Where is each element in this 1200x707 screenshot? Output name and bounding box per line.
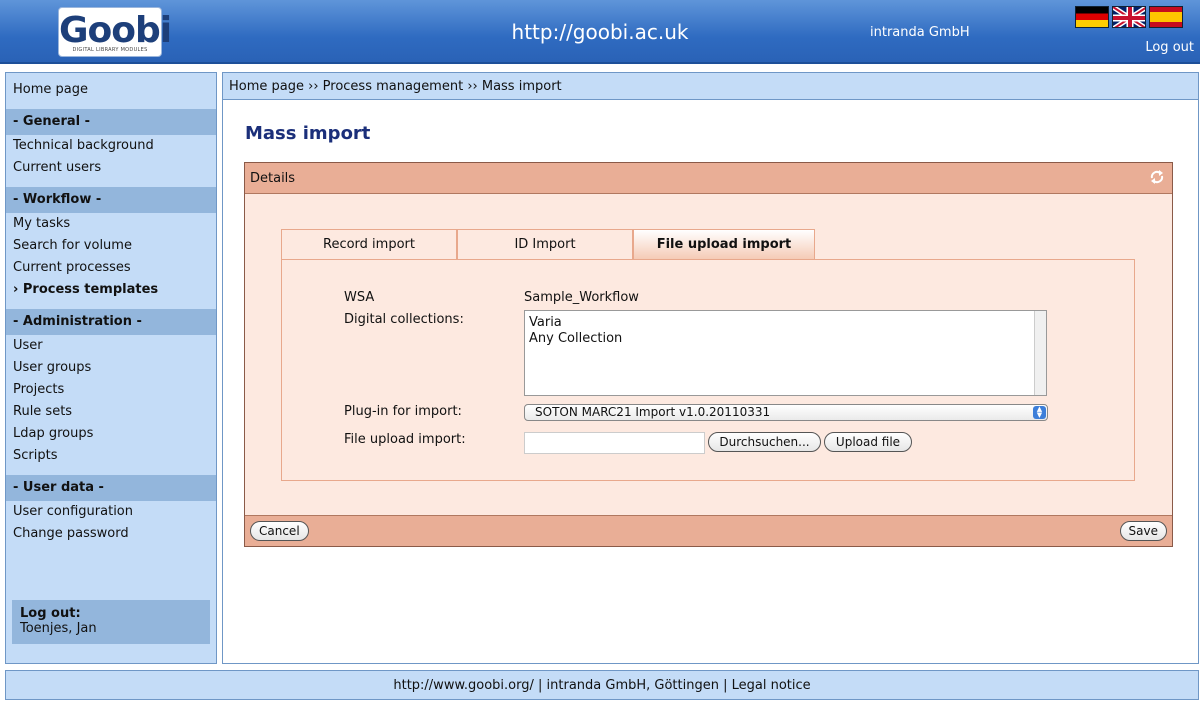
browse-button[interactable]: Durchsuchen...: [708, 432, 821, 452]
import-tabs: Record import ID Import File upload impo…: [281, 229, 815, 259]
sidebar-item-search-volume[interactable]: Search for volume: [6, 235, 216, 257]
sidebar-item-rule-sets[interactable]: Rule sets: [6, 401, 216, 423]
plugin-label: Plug-in for import:: [344, 404, 462, 419]
collection-option[interactable]: Varia: [529, 315, 1042, 331]
details-panel: Details Record import ID Import File upl…: [244, 162, 1173, 547]
upload-file-button[interactable]: Upload file: [824, 432, 912, 452]
sidebar-section-workflow: - Workflow -: [6, 187, 216, 213]
sidebar-item-home[interactable]: Home page: [6, 79, 216, 101]
sidebar-item-technical-background[interactable]: Technical background: [6, 135, 216, 157]
logout-title[interactable]: Log out:: [20, 606, 202, 621]
breadcrumb: Home page ›› Process management ›› Mass …: [223, 73, 1198, 100]
sidebar-item-projects[interactable]: Projects: [6, 379, 216, 401]
uk-flag-icon[interactable]: [1112, 6, 1146, 28]
select-arrows-icon: ▲ ▼: [1033, 406, 1046, 419]
wsa-label: WSA: [344, 290, 375, 305]
details-panel-footer: Cancel Save: [245, 515, 1172, 546]
collections-scrollbar[interactable]: [1034, 311, 1046, 395]
main-content: Home page ›› Process management ›› Mass …: [222, 72, 1199, 664]
plugin-selected-value: SOTON MARC21 Import v1.0.20110331: [535, 405, 771, 419]
sidebar-section-user-data: - User data -: [6, 475, 216, 501]
wsa-value: Sample_Workflow: [524, 290, 639, 305]
tab-file-upload-import[interactable]: File upload import: [633, 229, 815, 259]
file-upload-label: File upload import:: [344, 432, 466, 447]
sidebar-item-user-groups[interactable]: User groups: [6, 357, 216, 379]
site-url: http://goobi.ac.uk: [511, 20, 689, 44]
tab-record-import[interactable]: Record import: [281, 229, 457, 259]
logo-subtext: DIGITAL LIBRARY MODULES: [72, 47, 148, 53]
details-panel-header: Details: [245, 163, 1172, 194]
sidebar-section-administration: - Administration -: [6, 309, 216, 335]
sidebar-section-general: - General -: [6, 109, 216, 135]
collections-label: Digital collections:: [344, 312, 464, 327]
sidebar-item-change-password[interactable]: Change password: [6, 523, 216, 545]
page-title: Mass import: [245, 123, 371, 144]
sidebar-item-my-tasks[interactable]: My tasks: [6, 213, 216, 235]
cancel-button[interactable]: Cancel: [250, 521, 309, 541]
sidebar-item-user[interactable]: User: [6, 335, 216, 357]
language-flags: [1075, 6, 1183, 28]
sidebar-logout-box: Log out: Toenjes, Jan: [12, 600, 210, 644]
collection-option[interactable]: Any Collection: [529, 331, 1042, 347]
spanish-flag-icon[interactable]: [1149, 6, 1183, 28]
details-title: Details: [250, 171, 296, 186]
company-name: intranda GmbH: [870, 25, 970, 40]
german-flag-icon[interactable]: [1075, 6, 1109, 28]
collections-listbox[interactable]: Varia Any Collection: [524, 310, 1047, 396]
save-button[interactable]: Save: [1119, 521, 1167, 541]
plugin-select[interactable]: SOTON MARC21 Import v1.0.20110331 ▲ ▼: [524, 404, 1048, 421]
sidebar-item-process-templates[interactable]: › Process templates: [6, 279, 216, 301]
page-footer: http://www.goobi.org/ | intranda GmbH, G…: [5, 670, 1199, 700]
sidebar: Home page - General - Technical backgrou…: [5, 72, 217, 664]
header-logout-link[interactable]: Log out: [1145, 40, 1194, 55]
sidebar-item-user-configuration[interactable]: User configuration: [6, 501, 216, 523]
file-path-input[interactable]: [524, 432, 705, 454]
sidebar-item-current-users[interactable]: Current users: [6, 157, 216, 179]
page-header: Goobi DIGITAL LIBRARY MODULES http://goo…: [0, 0, 1200, 64]
sidebar-item-scripts[interactable]: Scripts: [6, 445, 216, 467]
refresh-icon[interactable]: [1148, 168, 1166, 186]
tab-content: WSA Sample_Workflow Digital collections:…: [281, 259, 1135, 481]
tab-id-import[interactable]: ID Import: [457, 229, 633, 259]
sidebar-item-ldap-groups[interactable]: Ldap groups: [6, 423, 216, 445]
sidebar-item-current-processes[interactable]: Current processes: [6, 257, 216, 279]
logged-in-user: Toenjes, Jan: [20, 621, 97, 636]
